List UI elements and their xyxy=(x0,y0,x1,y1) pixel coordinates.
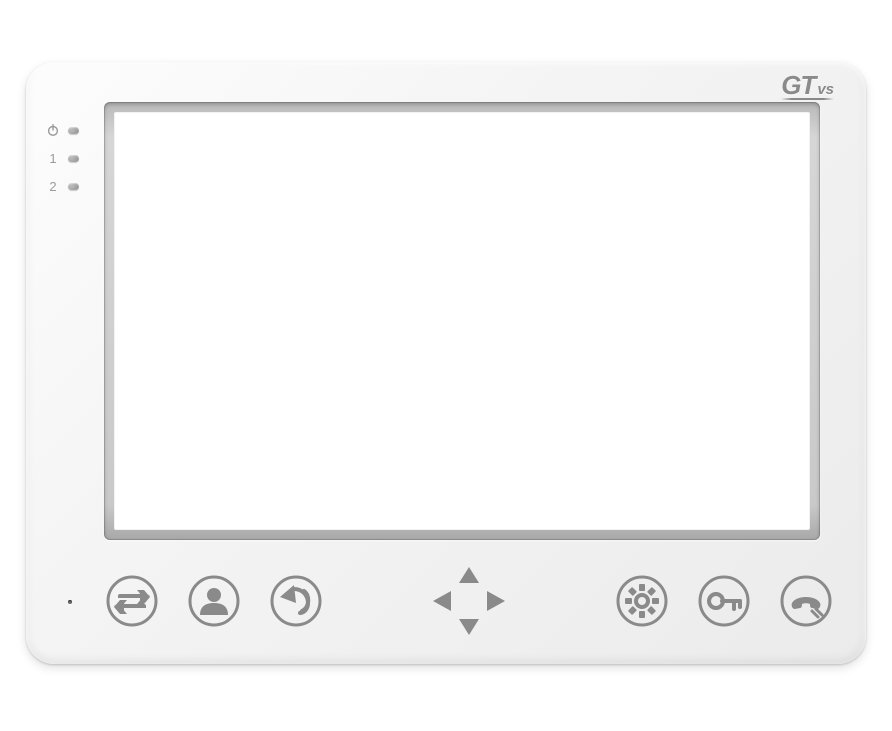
microphone-hole xyxy=(68,600,72,604)
settings-button[interactable] xyxy=(614,573,670,629)
brand-logo: GT vs xyxy=(781,72,834,98)
led-label-1: 1 xyxy=(46,152,60,165)
front-button-row xyxy=(104,566,834,636)
transfer-button[interactable] xyxy=(104,573,160,629)
screen-display xyxy=(114,112,810,530)
monitor-button[interactable] xyxy=(186,573,242,629)
right-button-group xyxy=(614,573,834,629)
unlock-button[interactable] xyxy=(696,573,752,629)
led-channel-1-row: 1 xyxy=(46,150,79,166)
led-channel-2-row: 2 xyxy=(46,178,79,194)
led-label-2: 2 xyxy=(46,180,60,193)
status-led-column: 1 2 xyxy=(46,122,79,194)
led-indicator xyxy=(68,127,79,134)
screen-bezel xyxy=(104,102,820,540)
power-icon xyxy=(46,123,60,137)
brand-underline xyxy=(781,98,834,100)
led-indicator xyxy=(68,183,79,190)
back-button[interactable] xyxy=(268,573,324,629)
navigation-dpad[interactable] xyxy=(421,565,517,637)
led-indicator xyxy=(68,155,79,162)
led-power-row xyxy=(46,122,79,138)
brand-secondary: vs xyxy=(817,82,834,97)
brand-primary: GT xyxy=(781,72,815,98)
intercom-monitor-device: GT vs 1 2 xyxy=(26,62,866,664)
left-button-group xyxy=(104,573,324,629)
talk-button[interactable] xyxy=(778,573,834,629)
